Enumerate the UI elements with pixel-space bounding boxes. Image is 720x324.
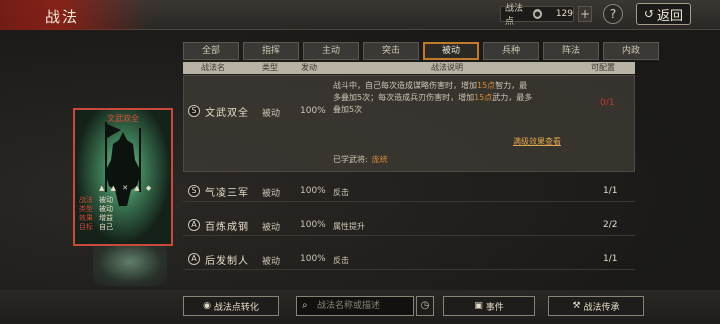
tab-formation[interactable]: 阵法 <box>543 42 599 60</box>
inherit-label: 战法传承 <box>583 302 620 313</box>
card-troop-icons: ▲ ▲ ✕ ▲ ◆ <box>99 184 154 192</box>
clock-icon: ◷ <box>420 300 430 311</box>
card-stat-value: 被动 <box>99 205 113 213</box>
learned-general-link[interactable]: 庞统 <box>372 155 388 164</box>
events-icon: ▣ <box>474 301 483 311</box>
tactic-description: 战斗中，自己每次造成谋略伤害时，增加15点智力，最 多叠加5次；每次造成兵刃伤害… <box>333 80 583 116</box>
tactic-count: 1/1 <box>603 254 618 264</box>
desc-line1: 战斗中，自己每次造成谋略伤害时，增加 <box>333 81 477 90</box>
tactic-type: 被动 <box>262 257 281 267</box>
tactic-name: 百炼成钢 <box>205 222 249 233</box>
tactic-type: 被动 <box>262 223 281 233</box>
tactic-short-desc: 反击 <box>333 188 349 197</box>
back-label: 返回 <box>656 8 683 24</box>
events-label: 事件 <box>485 302 504 313</box>
back-arrow-icon: ↺ <box>644 6 655 22</box>
learned-generals: 已学武将: 庞统 <box>333 154 388 165</box>
desc-line1-end: 智力，最 <box>495 81 528 90</box>
points-label: 战法点 <box>505 4 524 27</box>
card-reflection <box>93 246 167 286</box>
back-button[interactable]: ↺ 返回 <box>636 3 691 25</box>
card-stat-value: 自己 <box>99 223 113 231</box>
tactic-inherit-button[interactable]: ⚒ 战法传承 <box>548 296 644 316</box>
tactic-name: 气凌三军 <box>205 188 249 199</box>
header-rate: 发动 <box>301 63 317 72</box>
card-stat-key: 目标 <box>79 223 93 231</box>
table-header: 战法名 类型 发动 战法说明 可配置 <box>183 62 635 74</box>
tactic-rate: 100% <box>300 186 326 196</box>
tactic-count: 2/2 <box>603 220 618 230</box>
coin-icon: ● <box>532 9 542 19</box>
tactic-type: 被动 <box>262 109 281 119</box>
tactic-count: 1/1 <box>603 186 618 196</box>
convert-label: 战法点转化 <box>213 302 259 313</box>
add-points-button[interactable]: + <box>578 6 592 22</box>
tab-troop[interactable]: 兵种 <box>483 42 539 60</box>
help-button[interactable]: ? <box>603 4 623 24</box>
page-title: 战法 <box>45 8 80 26</box>
card-title: 文武双全 <box>107 114 139 123</box>
grade-badge: S <box>188 185 200 197</box>
full-effect-link[interactable]: 满级效果查看 <box>513 136 561 147</box>
desc-line2: 多叠加5次；每次造成兵刃伤害时，增加 <box>333 93 475 102</box>
card-stat-key: 战法 <box>79 196 93 204</box>
tab-internal[interactable]: 内政 <box>603 42 659 60</box>
category-tabs: 全部 指挥 主动 突击 被动 兵种 阵法 内政 <box>183 42 659 60</box>
header-type: 类型 <box>262 63 278 72</box>
inherit-icon: ⚒ <box>572 301 581 311</box>
tab-command[interactable]: 指挥 <box>243 42 299 60</box>
header-configurable: 可配置 <box>591 63 615 72</box>
grade-badge: A <box>188 219 200 231</box>
tactic-rate: 100% <box>300 220 326 230</box>
events-button[interactable]: ▣ 事件 <box>443 296 535 316</box>
card-stat-value: 增益 <box>99 214 113 222</box>
history-clock-button[interactable]: ◷ <box>416 296 434 316</box>
tab-all[interactable]: 全部 <box>183 42 239 60</box>
tactic-type: 被动 <box>262 189 281 199</box>
tactic-short-desc: 属性提升 <box>333 222 365 231</box>
tactic-count: 0/1 <box>600 98 615 108</box>
header-desc: 战法说明 <box>431 63 463 72</box>
top-bar: 战法 战法点 ● 129 + ? ↺ 返回 <box>0 0 720 30</box>
card-stat-value: 被动 <box>99 196 113 204</box>
desc-line2-end: 武力，最多 <box>492 93 533 102</box>
tactic-rate: 100% <box>300 254 326 264</box>
card-stat-key: 效果 <box>79 214 93 222</box>
desc-highlight-2: 15点 <box>474 93 493 102</box>
tactic-name: 后发制人 <box>205 256 249 267</box>
search-icon: ⌕ <box>302 300 308 311</box>
header-name: 战法名 <box>201 63 225 72</box>
search-placeholder: 战法名称或描述 <box>317 301 381 311</box>
tactic-name: 文武双全 <box>205 108 249 119</box>
tab-passive[interactable]: 被动 <box>423 42 479 60</box>
tactic-rate: 100% <box>300 106 326 116</box>
table-row[interactable]: A 百炼成钢 被动 100% 属性提升 2/2 <box>183 214 635 236</box>
desc-line3: 叠加5次 <box>333 105 363 114</box>
tactic-card: 文武双全 ▲ ▲ ✕ ▲ ◆ 战法 被动 类型 被动 效果 增益 目标 自己 <box>73 108 173 246</box>
table-row[interactable]: A 后发制人 被动 100% 反击 1/1 <box>183 248 635 270</box>
card-stats: 战法 被动 类型 被动 效果 增益 目标 自己 <box>79 196 113 232</box>
tactic-short-desc: 反击 <box>333 256 349 265</box>
tab-assault[interactable]: 突击 <box>363 42 419 60</box>
card-stat-key: 类型 <box>79 205 93 213</box>
tab-active[interactable]: 主动 <box>303 42 359 60</box>
desc-highlight-1: 15点 <box>477 81 496 90</box>
convert-icon: ◉ <box>203 301 211 311</box>
convert-points-button[interactable]: ◉ 战法点转化 <box>183 296 279 316</box>
grade-badge: A <box>188 253 200 265</box>
table-row[interactable]: S 气凌三军 被动 100% 反击 1/1 <box>183 180 635 202</box>
tactic-points-display: 战法点 ● 129 <box>500 4 574 27</box>
search-input[interactable]: ⌕ 战法名称或描述 <box>296 296 414 316</box>
grade-badge: S <box>188 105 200 117</box>
learned-label: 已学武将: <box>333 155 368 164</box>
points-value: 129 <box>555 9 573 19</box>
